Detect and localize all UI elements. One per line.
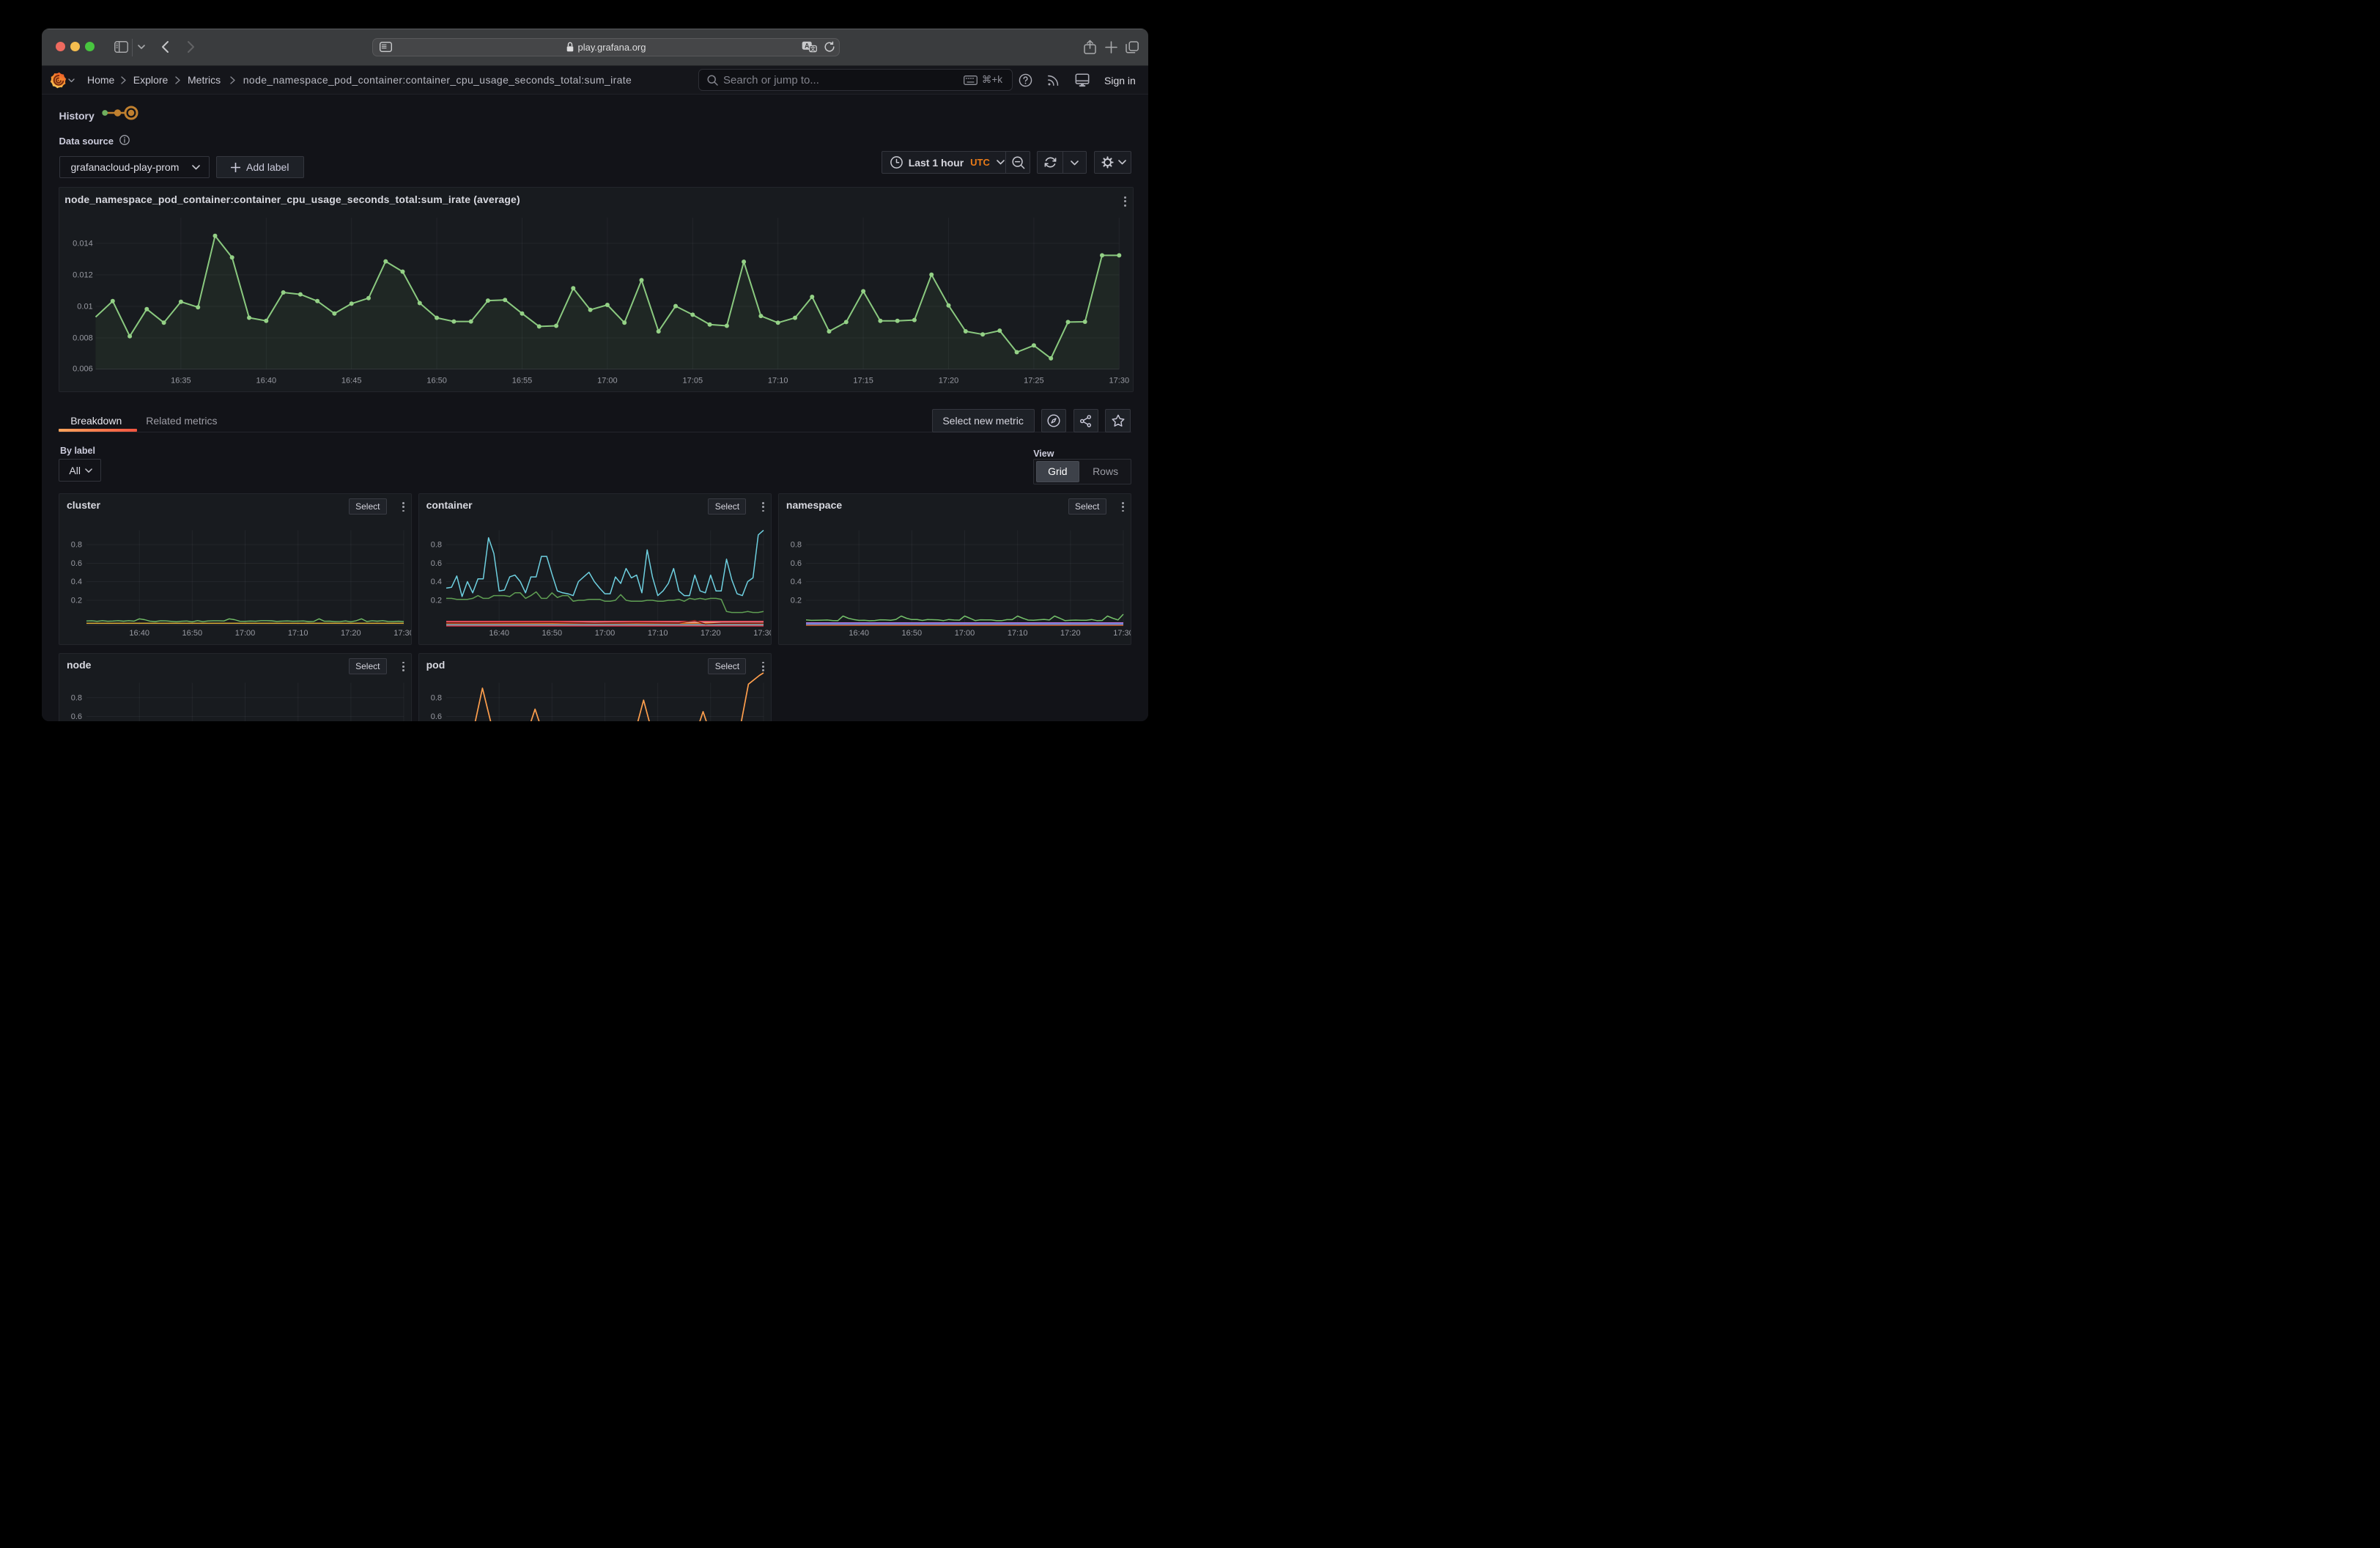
svg-text:0.4: 0.4 (71, 578, 82, 586)
svg-text:17:00: 17:00 (235, 629, 256, 638)
svg-text:0.4: 0.4 (791, 578, 802, 586)
svg-text:17:15: 17:15 (854, 376, 874, 385)
svg-text:17:30: 17:30 (1109, 376, 1130, 385)
svg-text:17:25: 17:25 (1024, 376, 1044, 385)
svg-text:文: 文 (810, 45, 816, 52)
svg-text:0.2: 0.2 (430, 597, 441, 605)
svg-text:17:20: 17:20 (701, 629, 721, 638)
svg-text:0.2: 0.2 (71, 597, 82, 605)
svg-text:0.014: 0.014 (73, 239, 93, 248)
svg-text:17:10: 17:10 (288, 629, 308, 638)
svg-text:17:10: 17:10 (1008, 629, 1028, 638)
svg-text:17:20: 17:20 (341, 629, 361, 638)
svg-text:16:50: 16:50 (182, 629, 203, 638)
svg-text:16:50: 16:50 (542, 629, 562, 638)
svg-text:17:10: 17:10 (768, 376, 788, 385)
svg-text:0.8: 0.8 (430, 693, 441, 702)
svg-text:17:00: 17:00 (597, 376, 618, 385)
svg-text:0.4: 0.4 (430, 578, 441, 586)
svg-text:17:10: 17:10 (648, 629, 668, 638)
svg-text:16:40: 16:40 (489, 629, 509, 638)
svg-text:16:45: 16:45 (341, 376, 362, 385)
svg-text:0.6: 0.6 (71, 712, 82, 721)
svg-text:0.2: 0.2 (791, 597, 802, 605)
svg-text:17:30: 17:30 (753, 629, 772, 638)
svg-text:17:30: 17:30 (393, 629, 412, 638)
svg-text:0.6: 0.6 (430, 559, 441, 568)
svg-text:17:00: 17:00 (955, 629, 975, 638)
svg-text:17:20: 17:20 (1060, 629, 1081, 638)
svg-text:0.012: 0.012 (73, 270, 93, 279)
svg-text:0.8: 0.8 (71, 693, 82, 702)
svg-text:0.8: 0.8 (430, 541, 441, 550)
svg-text:16:40: 16:40 (849, 629, 869, 638)
svg-text:16:50: 16:50 (901, 629, 922, 638)
svg-text:0.01: 0.01 (78, 302, 93, 311)
svg-text:16:40: 16:40 (256, 376, 277, 385)
svg-text:0.8: 0.8 (71, 541, 82, 550)
svg-text:0.6: 0.6 (71, 559, 82, 568)
svg-text:16:50: 16:50 (427, 376, 448, 385)
svg-text:17:30: 17:30 (1113, 629, 1131, 638)
svg-text:16:55: 16:55 (512, 376, 533, 385)
svg-text:0.008: 0.008 (73, 333, 93, 342)
svg-text:0.006: 0.006 (73, 364, 93, 373)
svg-text:A: A (804, 42, 809, 49)
svg-text:0.8: 0.8 (791, 541, 802, 550)
svg-text:16:35: 16:35 (171, 376, 191, 385)
svg-text:16:40: 16:40 (129, 629, 149, 638)
svg-text:0.6: 0.6 (430, 712, 441, 721)
svg-text:17:20: 17:20 (939, 376, 959, 385)
svg-text:17:00: 17:00 (594, 629, 615, 638)
svg-text:17:05: 17:05 (683, 376, 703, 385)
svg-text:0.6: 0.6 (791, 559, 802, 568)
